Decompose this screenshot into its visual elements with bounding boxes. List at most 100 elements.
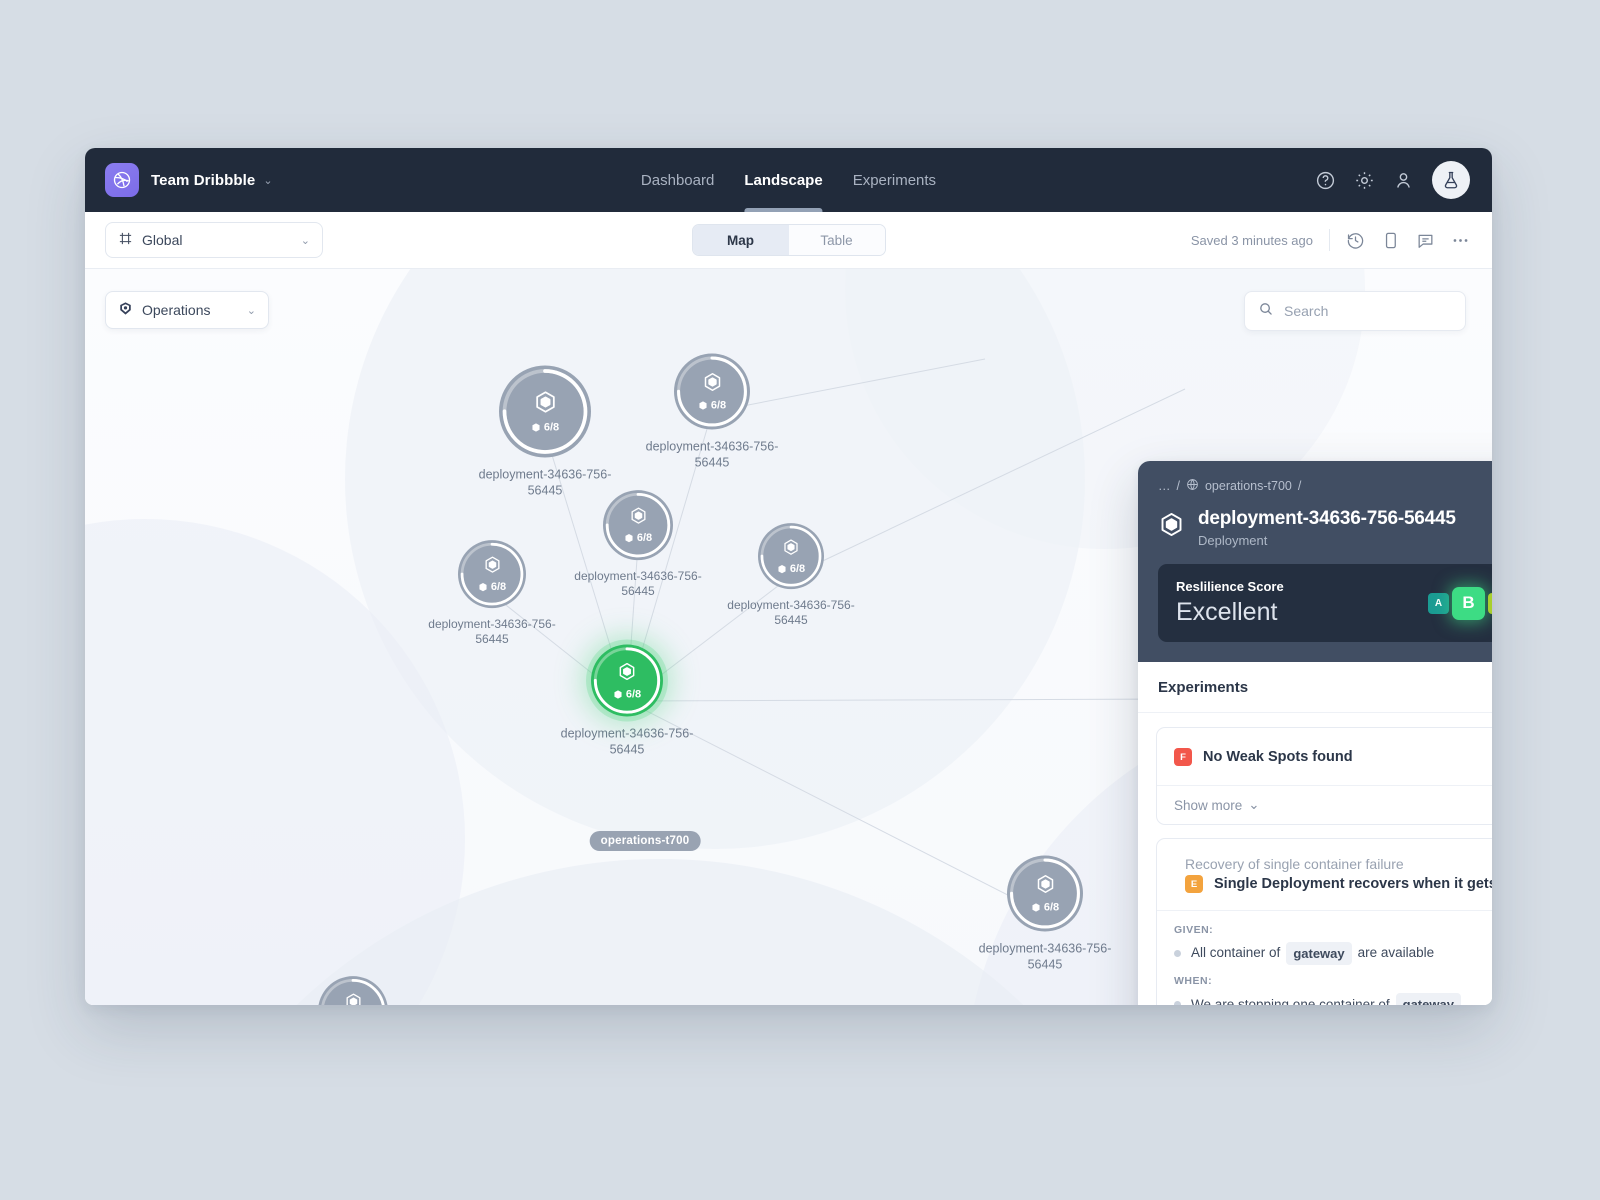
resilience-score-label: Reslilience Score [1176,579,1284,594]
show-more-button[interactable]: Show more ⌄ [1157,785,1492,824]
map-search[interactable] [1244,291,1466,331]
gwt-phrase: are available [1357,945,1435,961]
page-title: deployment-34636-756-56445 [1198,508,1456,529]
scope-select[interactable]: Global ⌄ [105,222,323,258]
gear-icon[interactable] [1354,170,1375,191]
user-icon[interactable] [1393,170,1414,191]
flask-icon[interactable] [1432,161,1470,199]
map-node-circle[interactable]: 6/8 [591,644,663,717]
grade-a: A [1428,592,1449,614]
comment-icon[interactable] [1416,231,1435,250]
more-icon[interactable] [1451,231,1470,250]
experiments-header: Experiments Auto-Run [1138,662,1492,713]
group-pill-operations-t700[interactable]: operations-t700 [589,831,701,851]
breadcrumb: … / operations-t700 / [1158,478,1492,494]
weak-spots-title: No Weak Spots found [1203,748,1353,765]
detail-panel-header: … / operations-t700 / deployment-34636-7… [1138,461,1492,662]
bullet-icon [1174,1001,1181,1005]
dribbble-logo-icon [105,163,139,197]
map-node-label: deployment-34636-756-56445 [727,598,855,628]
experiment-card[interactable]: Recovery of single container failure E S… [1156,838,1492,1005]
grade-badge: F [1174,748,1192,766]
map-node[interactable]: 6/8 deployment-34636-756-56445 [642,353,782,471]
weak-spots-row: F No Weak Spots found [1157,728,1492,785]
map-node-label: deployment-34636-756-56445 [645,439,779,470]
bullet-icon [1174,949,1181,957]
nav-icon-group [1315,161,1492,199]
chevron-down-icon: ⌄ [300,234,310,247]
resilience-score-card: Reslilience Score Excellent ABCDEF [1158,564,1492,642]
view-tab-table[interactable]: Table [788,225,885,255]
nav-tab-experiments[interactable]: Experiments [853,148,936,212]
scope-select-value: Global [142,232,183,248]
search-input[interactable] [1284,303,1452,319]
top-navigation-bar: Team Dribbble ⌄ Dashboard Landscape Expe… [85,148,1492,212]
pod-progress-ring [760,525,822,587]
pod-progress-ring [460,542,524,606]
breadcrumb-prefix: … [1158,479,1171,493]
experiment-title: Single Deployment recovers when it gets … [1214,876,1492,892]
resource-type: Deployment [1198,533,1268,548]
map-node[interactable]: 6/8deployment-34636-756-56445 [475,365,615,499]
experiment-cards: F No Weak Spots found Show more ⌄ Recove… [1138,713,1492,1005]
history-icon[interactable] [1346,231,1365,250]
map-node-circle[interactable]: 6/8 [318,976,388,1005]
map-node-selected[interactable]: 6/8 deployment-34636-756-56445 [557,644,697,758]
layer-filter-select[interactable]: Operations ⌄ [105,291,269,329]
view-mode-toggle: Map Table [691,224,886,256]
map-node-circle[interactable]: 6/8 [1007,855,1083,932]
map-node-circle[interactable]: 6/8 [674,353,750,430]
gwt-label: WHEN: [1174,975,1213,988]
pod-progress-ring [1010,858,1080,929]
view-toolbar: Global ⌄ Map Table Saved 3 minutes ago [85,212,1492,269]
gwt-phrase: All container of [1191,945,1281,961]
view-tab-map[interactable]: Map [692,225,789,255]
pod-progress-ring [502,369,588,454]
pod-progress-ring [320,978,386,1005]
gwt-text: All container of gateway are available [1191,941,1435,966]
gwt-item: We are stopping one container of gateway [1174,990,1492,1005]
grade-badge: E [1185,875,1203,893]
map-node-label: deployment-34636-756-56445 [560,726,694,757]
saved-status: Saved 3 minutes ago [1190,232,1313,248]
detail-panel-body: Experiments Auto-Run F No Weak Spots fou… [1138,662,1492,1005]
search-icon [1258,301,1274,322]
map-node[interactable]: 6/8deployment-34636-756-56445 [283,976,423,1005]
layer-filter-value: Operations [142,302,211,318]
help-icon[interactable] [1315,170,1336,191]
gwt-phrase: We are stopping one container of [1191,996,1390,1005]
map-node-circle[interactable]: 6/8 [458,540,526,609]
grade-scale: ABCDEF [1428,586,1492,620]
app-window: Team Dribbble ⌄ Dashboard Landscape Expe… [85,148,1492,1005]
copy-icon[interactable] [1381,231,1400,250]
gwt-label: GIVEN: [1174,923,1214,936]
nav-tab-landscape[interactable]: Landscape [744,148,824,212]
map-node-circle[interactable]: 6/8 [499,365,591,458]
experiment-card-header: Recovery of single container failure E S… [1157,839,1492,910]
map-node-label: deployment-34636-756-56445 [978,941,1112,972]
globe-icon [1186,478,1199,494]
brand-switcher[interactable]: Team Dribbble ⌄ [85,163,273,197]
experiments-heading: Experiments [1158,679,1249,696]
nav-tab-dashboard[interactable]: Dashboard [641,148,714,212]
given-when-then: GIVEN: All container of gateway are availab… [1157,909,1492,1005]
resilience-score-value: Excellent [1176,598,1278,626]
map-node[interactable]: 6/8 deployment-34636-756-56445 [975,855,1115,973]
gwt-item: All container of gateway are available [1174,939,1492,969]
map-node-circle[interactable]: 6/8 [758,523,824,590]
breadcrumb-scope[interactable]: operations-t700 [1205,479,1292,493]
gwt-chip: gateway [1286,941,1352,966]
detail-panel: … / operations-t700 / deployment-34636-7… [1138,461,1492,1005]
map-node-label: deployment-34636-756-56445 [574,569,702,599]
map-node-circle[interactable]: 6/8 [603,490,673,561]
breadcrumb-separator: / [1297,479,1302,493]
map-node[interactable]: 6/8 deployment-34636-756-56445 [568,490,708,600]
main-nav-links: Dashboard Landscape Experiments [641,148,936,212]
gwt-chip: gateway [1395,993,1461,1005]
map-node[interactable]: 6/8 deployment-34636-756-56445 [721,523,861,629]
grade-c: C [1488,592,1492,614]
show-more-label: Show more [1174,797,1243,813]
map-node[interactable]: 6/8deployment-34636-756-56445 [422,540,562,648]
weak-spots-card[interactable]: F No Weak Spots found Show more ⌄ [1156,727,1492,825]
frame-icon [118,231,133,249]
